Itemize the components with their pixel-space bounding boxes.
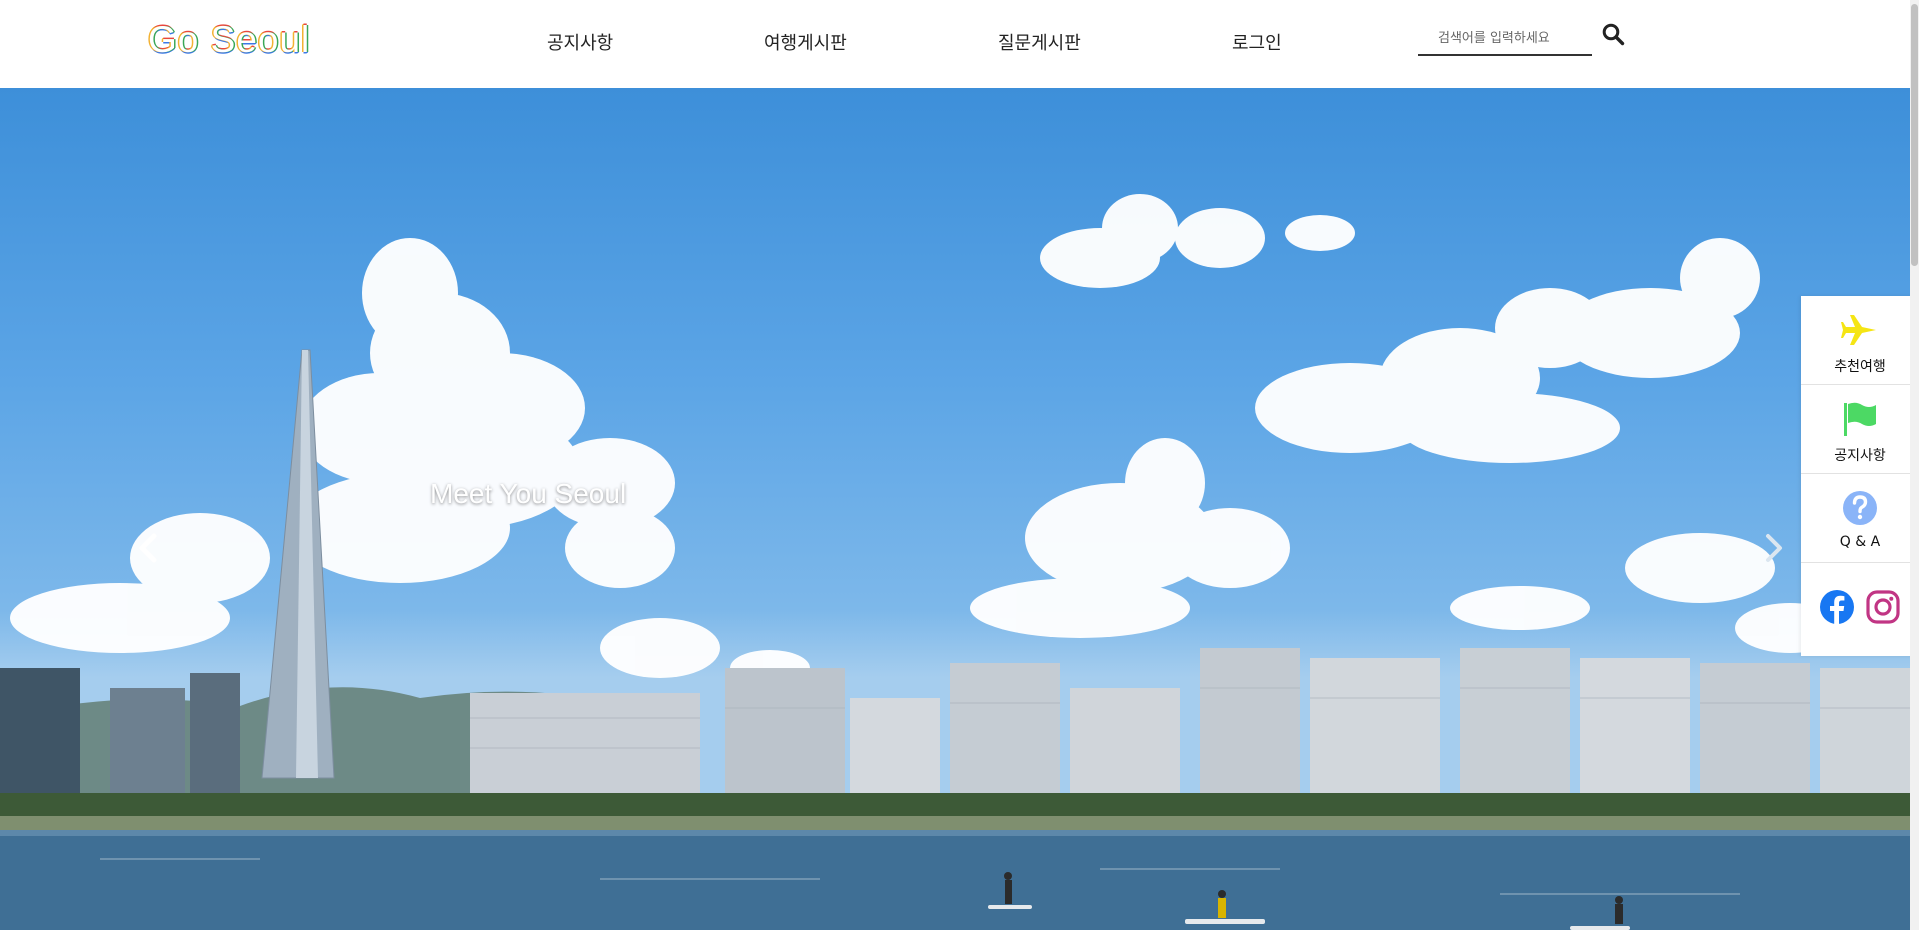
site-header: Go Seoul 공지사항 여행게시판 질문게시판 로그인 xyxy=(0,0,1919,88)
quick-menu-notice[interactable]: 공지사항 xyxy=(1801,385,1919,474)
search-input[interactable] xyxy=(1418,22,1592,56)
instagram-icon[interactable] xyxy=(1865,589,1901,625)
nav-item-notice[interactable]: 공지사항 xyxy=(547,32,613,56)
quick-menu-recommended-travel[interactable]: 추천여행 xyxy=(1801,296,1919,385)
cloud-right xyxy=(1255,238,1760,463)
quick-menu-label: 공지사항 xyxy=(1834,448,1886,464)
chevron-right-icon[interactable] xyxy=(1760,528,1788,568)
hero-carousel: Meet You Seoul xyxy=(0,88,1919,930)
cloud-top xyxy=(1040,194,1355,288)
question-icon xyxy=(1843,491,1877,525)
quick-menu-qna[interactable]: Q & A xyxy=(1801,474,1919,563)
page-scrollbar-thumb[interactable] xyxy=(1911,4,1918,266)
nav-item-question-board[interactable]: 질문게시판 xyxy=(998,32,1081,56)
quick-menu-label: Q & A xyxy=(1839,534,1881,550)
nav-item-login[interactable]: 로그인 xyxy=(1232,32,1282,56)
quick-menu-label: 추천여행 xyxy=(1834,359,1886,375)
facebook-icon[interactable] xyxy=(1819,589,1855,625)
quick-menu: 추천여행 공지사항 Q & A xyxy=(1801,296,1919,656)
seoul-skyline-image xyxy=(0,194,1919,930)
airplane-icon xyxy=(1841,315,1876,345)
flag-icon xyxy=(1844,402,1876,436)
cloud-left xyxy=(10,238,810,686)
nav-item-travel-board[interactable]: 여행게시판 xyxy=(764,32,847,56)
cloud-middle xyxy=(970,438,1845,653)
hero-caption: Meet You Seoul xyxy=(430,478,627,509)
chevron-left-icon[interactable] xyxy=(134,528,162,568)
search-icon[interactable] xyxy=(1601,22,1625,46)
site-logo[interactable]: Go Seoul xyxy=(148,18,310,62)
